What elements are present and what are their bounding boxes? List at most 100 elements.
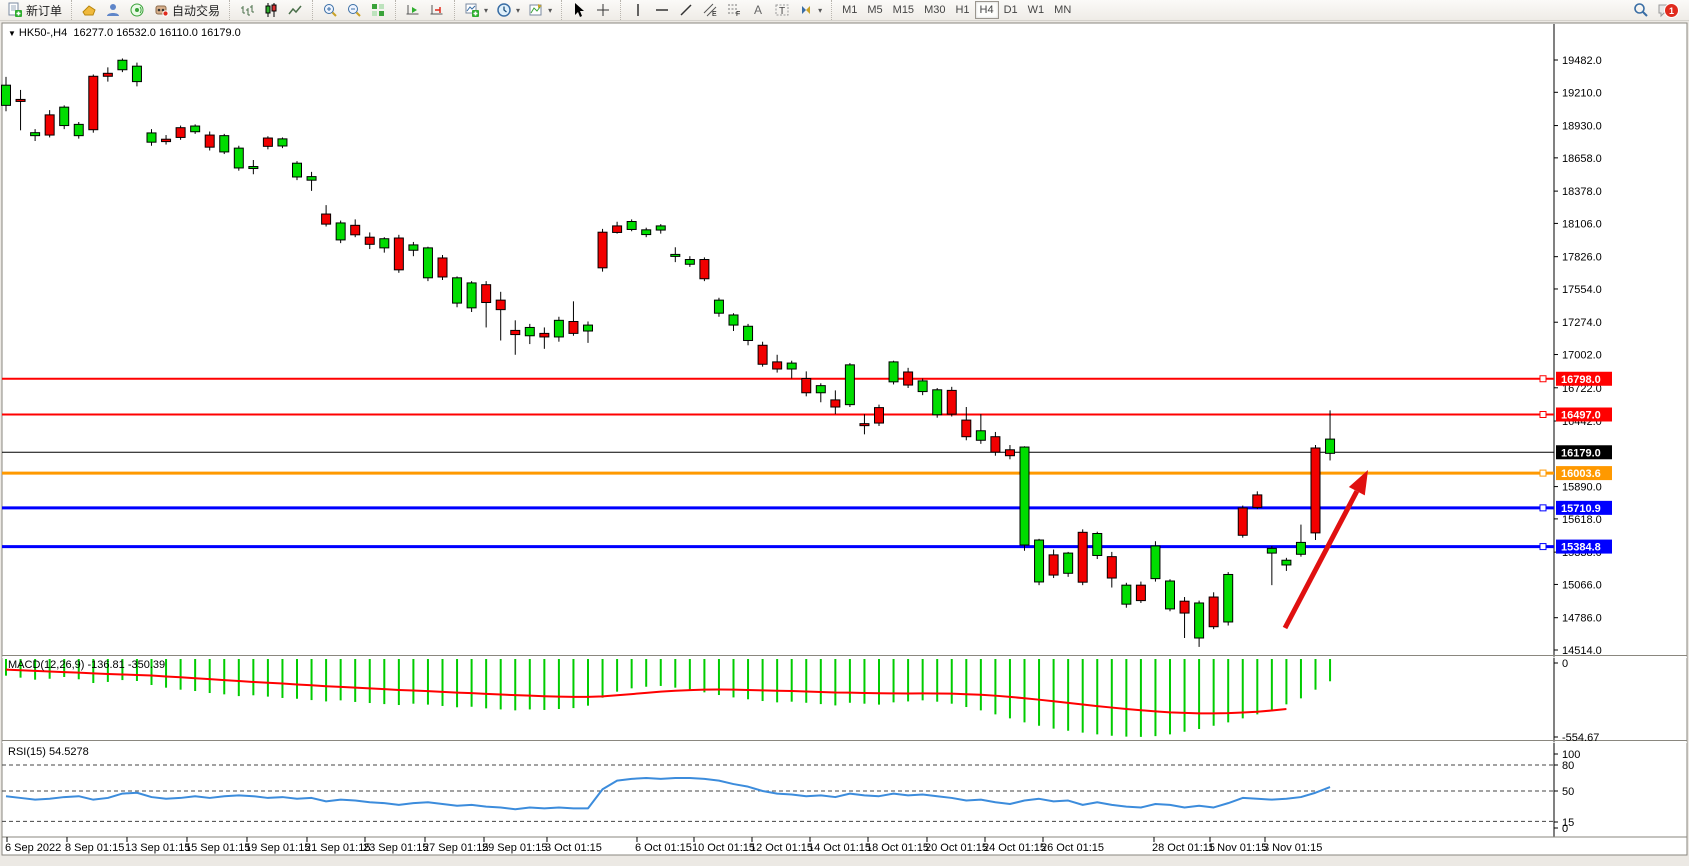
period-clock-button[interactable]: ▾	[492, 1, 524, 19]
candle-body	[89, 76, 98, 129]
arrow-shapes-icon	[798, 2, 814, 18]
hline-handle[interactable]	[1540, 376, 1546, 382]
trendline-tool-button[interactable]	[674, 1, 698, 19]
user-icon	[105, 2, 121, 18]
candlestick-chart-button[interactable]	[259, 1, 283, 19]
autotrading-icon	[153, 2, 169, 18]
candle-body	[554, 320, 563, 337]
candle-body	[744, 326, 753, 340]
candle-body	[322, 214, 331, 224]
candle-body	[1253, 495, 1262, 507]
candle-body	[394, 238, 403, 270]
search-button[interactable]	[1629, 1, 1653, 19]
candle-body	[351, 225, 360, 235]
market-watch-button[interactable]	[77, 1, 101, 19]
rsi-tick-label: 80	[1562, 760, 1574, 772]
macd-tick-label: 0	[1562, 658, 1568, 670]
cursor-tool-button[interactable]	[567, 1, 591, 19]
text-tool-button[interactable]: A	[746, 1, 770, 19]
vertical-line-icon	[630, 2, 646, 18]
candle-body	[1107, 557, 1116, 578]
candle-body	[1136, 585, 1145, 600]
tab-timeframe-MN[interactable]: MN	[1049, 1, 1076, 19]
market-watch-icon	[81, 2, 97, 18]
zoom-in-button[interactable]	[318, 1, 342, 19]
candle-body	[1005, 450, 1014, 456]
hline-handle[interactable]	[1540, 411, 1546, 417]
zoom-out-button[interactable]	[342, 1, 366, 19]
candle-body	[60, 107, 69, 125]
x-axis-label: 26 Oct 01:15	[1041, 842, 1104, 854]
bar-chart-button[interactable]	[235, 1, 259, 19]
candle-body	[671, 254, 680, 256]
signals-button[interactable]	[125, 1, 149, 19]
candle-body	[1195, 603, 1204, 638]
tab-timeframe-H4[interactable]: H4	[975, 1, 999, 19]
tab-timeframe-W1[interactable]: W1	[1023, 1, 1050, 19]
zoom-out-icon	[346, 2, 362, 18]
candle-body	[482, 285, 491, 303]
arrows-tool-button[interactable]: ▾	[794, 1, 826, 19]
rsi-tick-label: 50	[1562, 786, 1574, 798]
autotrading-button[interactable]: 自动交易	[149, 1, 224, 19]
candle-body	[714, 300, 723, 313]
trendline-icon	[678, 2, 694, 18]
candle-body	[1224, 574, 1233, 622]
hline-handle[interactable]	[1540, 470, 1546, 476]
template-button[interactable]: ▾	[524, 1, 556, 19]
candle-body	[860, 424, 869, 426]
line-chart-button[interactable]	[283, 1, 307, 19]
price-tick-label: 18658.0	[1562, 153, 1602, 165]
candle-body	[933, 390, 942, 415]
channel-tool-button[interactable]: E	[698, 1, 722, 19]
hline-handle[interactable]	[1540, 505, 1546, 511]
candlestick-chart-icon	[263, 2, 279, 18]
tab-timeframe-M15[interactable]: M15	[888, 1, 919, 19]
notifications-button[interactable]: 1	[1653, 1, 1683, 19]
price-tick-label: 19210.0	[1562, 87, 1602, 99]
candle-body	[263, 138, 272, 146]
candle-body	[962, 420, 971, 437]
candle-body	[1166, 581, 1175, 609]
broadcast-icon	[129, 2, 145, 18]
x-axis-label: 21 Sep 01:15	[305, 842, 370, 854]
x-axis-label: 20 Oct 01:15	[925, 842, 988, 854]
price-tag-label: 15384.8	[1561, 542, 1601, 554]
tab-timeframe-M5[interactable]: M5	[862, 1, 887, 19]
tab-timeframe-M1[interactable]: M1	[837, 1, 862, 19]
candle-body	[438, 258, 447, 277]
candle-body	[598, 232, 607, 268]
price-tick-label: 17826.0	[1562, 252, 1602, 264]
collapse-icon[interactable]: ▼	[8, 29, 16, 38]
price-tag-label: 16798.0	[1561, 374, 1601, 386]
candle-body	[191, 126, 200, 132]
crosshair-tool-button[interactable]	[591, 1, 615, 19]
candle-body	[249, 167, 258, 169]
candle-body	[2, 85, 11, 105]
price-tick-label: 19482.0	[1562, 55, 1602, 67]
svg-text:E: E	[712, 11, 717, 18]
chart-area[interactable]: 19482.019210.018930.018658.018378.018106…	[0, 0, 1689, 861]
vline-tool-button[interactable]	[626, 1, 650, 19]
line-chart-icon	[287, 2, 303, 18]
dropdown-caret-icon: ▾	[516, 6, 520, 15]
equidistant-channel-icon: E	[702, 2, 718, 18]
candle-body	[773, 362, 782, 369]
hline-handle[interactable]	[1540, 544, 1546, 550]
candle-body	[1296, 542, 1305, 554]
tab-timeframe-D1[interactable]: D1	[999, 1, 1023, 19]
hline-tool-button[interactable]	[650, 1, 674, 19]
dropdown-caret-icon: ▾	[548, 6, 552, 15]
x-axis-label: 6 Oct 01:15	[635, 842, 692, 854]
auto-scroll-button[interactable]	[401, 1, 425, 19]
new-order-button[interactable]: 新订单	[3, 1, 66, 19]
x-axis-label: 3 Nov 01:15	[1263, 842, 1322, 854]
tab-timeframe-H1[interactable]: H1	[950, 1, 974, 19]
fibonacci-tool-button[interactable]: F	[722, 1, 746, 19]
tile-windows-button[interactable]	[366, 1, 390, 19]
tab-timeframe-M30[interactable]: M30	[919, 1, 950, 19]
text-label-tool-button[interactable]: T	[770, 1, 794, 19]
chart-shift-button[interactable]	[425, 1, 449, 19]
accounts-button[interactable]	[101, 1, 125, 19]
new-chart-button[interactable]: ▾	[460, 1, 492, 19]
